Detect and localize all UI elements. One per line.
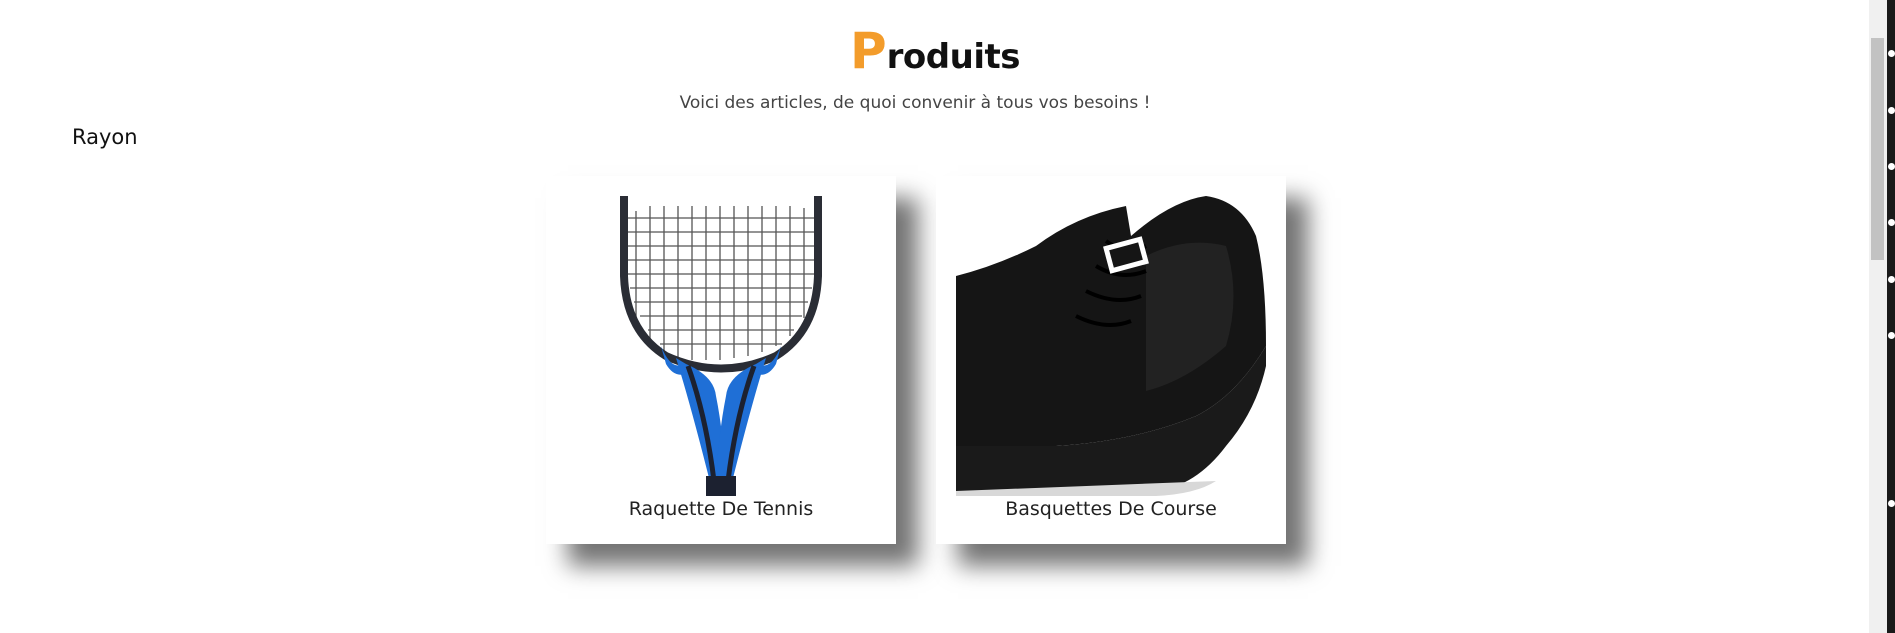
edge-dot [1888,163,1895,170]
product-card-tennis-racket[interactable]: Raquette De Tennis [546,176,896,544]
edge-dot [1888,500,1895,507]
page-subtitle: Voici des articles, de quoi convenir à t… [679,93,1151,113]
edge-dot [1888,50,1895,57]
page-title-rest: roduits [886,37,1021,77]
tennis-racket-image[interactable] [566,196,876,496]
scrollbar-thumb[interactable] [1871,38,1884,260]
edge-dot [1888,107,1895,114]
product-card-running-shoe[interactable]: Basquettes De Course [936,176,1286,544]
edge-dot [1888,219,1895,226]
product-name[interactable]: Raquette De Tennis [546,498,896,520]
product-name[interactable]: Basquettes De Course [936,498,1286,520]
window-edge [1887,0,1895,633]
products-page: Produits Voici des articles, de quoi con… [0,0,1895,633]
section-label-rayon: Rayon [72,125,138,149]
vertical-scrollbar[interactable] [1869,0,1895,633]
page-title: Produits [0,26,1870,76]
page-title-first-letter: P [850,22,887,80]
running-shoe-image[interactable] [956,196,1266,496]
edge-dot [1888,332,1895,339]
edge-dot [1888,276,1895,283]
